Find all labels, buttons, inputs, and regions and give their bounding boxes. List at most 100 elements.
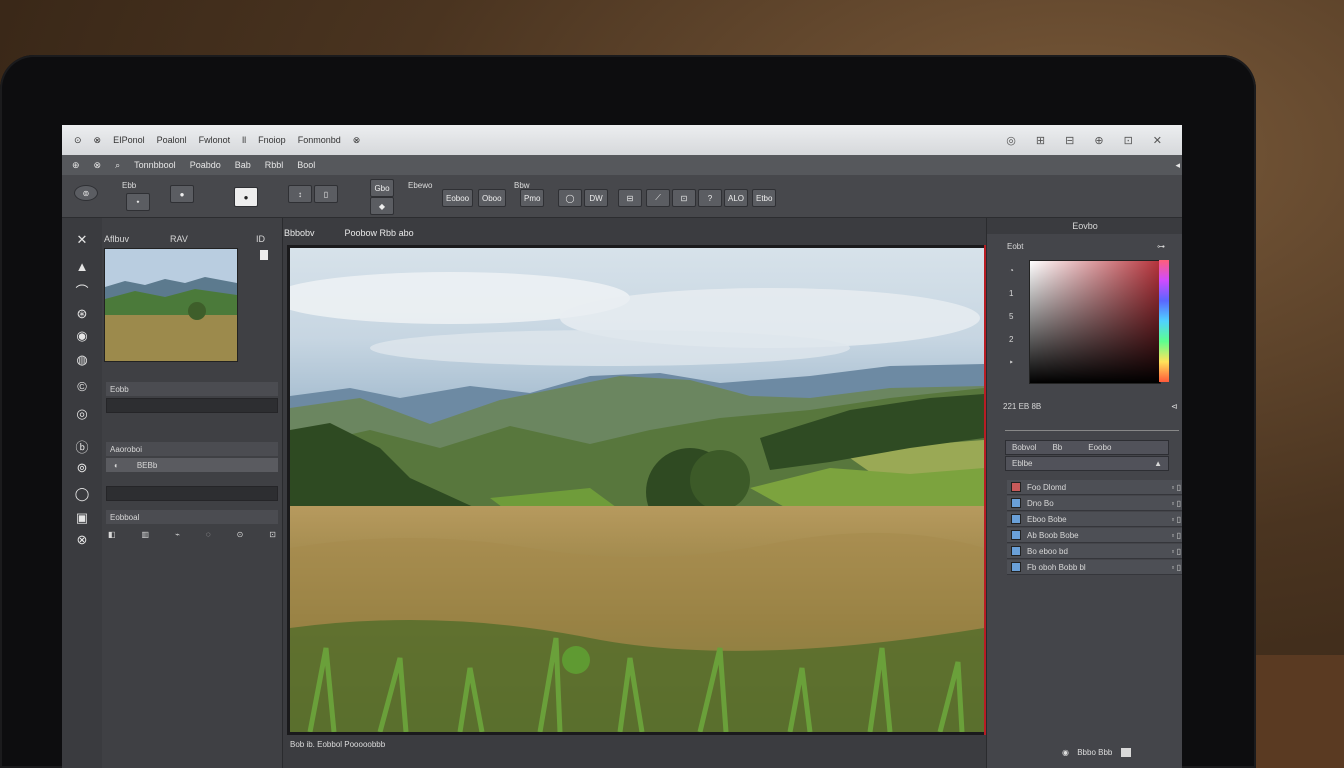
layer-row[interactable]: Eboo Bobe ▫ ▯ — [1007, 512, 1182, 527]
arch-tool-icon[interactable]: ⌒ — [70, 280, 94, 300]
menu-item[interactable]: Poabdo — [190, 160, 221, 170]
wave-icon[interactable]: ⌁ — [175, 530, 180, 539]
dot-tool-icon[interactable]: ◍ — [70, 350, 94, 370]
menu-item[interactable]: Bab — [235, 160, 251, 170]
option-button[interactable]: Etbo — [752, 189, 777, 207]
layer-row[interactable]: Bo eboo bd ▫ ▯ — [1007, 544, 1182, 559]
panel-header-left[interactable]: Aflbuv — [104, 234, 129, 244]
minimize-icon[interactable]: ⊟ — [1065, 134, 1074, 147]
title-item[interactable]: ll — [242, 135, 246, 145]
menu-icon[interactable]: ⊕ — [72, 160, 80, 171]
maximize-icon[interactable]: ⊡ — [1124, 134, 1133, 147]
mountain-tool-icon[interactable]: ▲ — [70, 256, 94, 276]
scroll-indicator[interactable] — [260, 250, 268, 260]
lock-icon[interactable]: ⊟ — [618, 189, 642, 207]
panel-field[interactable] — [106, 398, 278, 413]
panel-header-mid[interactable]: RAV — [170, 234, 188, 244]
option-toggle[interactable]: ↕ — [288, 185, 312, 203]
swatch-icon[interactable]: ● — [234, 187, 258, 207]
doc-tab[interactable]: Bbbobv — [284, 228, 315, 238]
title-item[interactable]: ⊗ — [94, 135, 102, 146]
circle-icon[interactable]: ◎ — [1006, 134, 1016, 147]
target-icon[interactable]: ⊙ — [237, 530, 244, 539]
square-tool-icon[interactable]: ▣ — [70, 508, 94, 528]
frame-icon[interactable]: ⊡ — [672, 189, 696, 207]
circle-icon[interactable]: ◯ — [558, 189, 582, 207]
value-field[interactable]: ◐ BEBb — [106, 458, 278, 472]
diamond-icon[interactable]: ◆ — [370, 197, 394, 215]
ring-tool-icon[interactable]: ◯ — [70, 484, 94, 504]
title-item[interactable]: EIPonol — [113, 135, 145, 145]
title-item[interactable]: Fwlonot — [199, 135, 231, 145]
option-button[interactable]: Pmo — [520, 189, 545, 207]
title-item[interactable]: ⊙ — [74, 135, 82, 146]
tray-icon[interactable]: ◉ — [1062, 748, 1069, 757]
menu-icon[interactable]: ⊗ — [94, 160, 102, 171]
title-item[interactable]: Poalonl — [157, 135, 187, 145]
gear-tool-icon[interactable]: ⊛ — [70, 304, 94, 324]
layer-row[interactable]: Dno Bo ▫ ▯ — [1007, 496, 1182, 511]
menu-item[interactable]: Rbbl — [265, 160, 284, 170]
color-picker-field[interactable] — [1029, 260, 1161, 384]
tray-button[interactable] — [1120, 748, 1131, 758]
layer-row[interactable]: Foo Dlomd ▫ ▯ — [1007, 480, 1182, 495]
title-item[interactable]: Fonmonbd — [298, 135, 341, 145]
column-icon[interactable]: ▥ — [142, 530, 150, 539]
hue-slider[interactable] — [1159, 260, 1169, 382]
cursor-icon[interactable]: ? — [698, 189, 722, 207]
visibility-icon[interactable]: ▫ ▯ — [1172, 515, 1181, 524]
title-item[interactable]: Fnoiop — [258, 135, 286, 145]
tool-preset-icon[interactable]: ⊚ — [74, 185, 98, 201]
bomb-tool-icon[interactable]: ⊗ — [70, 530, 94, 550]
pen-icon[interactable]: ⟋ — [646, 189, 670, 207]
channel-icon[interactable]: ‣ — [1009, 358, 1014, 367]
target-tool-icon[interactable]: ◎ — [70, 404, 94, 424]
visibility-icon[interactable]: ▫ ▯ — [1172, 547, 1181, 556]
dot-icon[interactable]: ◌ — [206, 530, 211, 539]
channel-icon[interactable]: 1 — [1009, 289, 1014, 298]
navigator-thumbnail[interactable] — [104, 248, 238, 362]
square-icon[interactable]: ⊡ — [269, 530, 276, 539]
copyright-tool-icon[interactable]: © — [70, 376, 94, 396]
collapse-icon[interactable]: ◂ — [1175, 160, 1180, 171]
panel-field[interactable] — [106, 486, 278, 501]
option-button[interactable]: ALO — [724, 189, 749, 207]
link-icon[interactable]: ⊶ — [1157, 242, 1165, 251]
canvas-area[interactable] — [287, 245, 987, 735]
layer-row[interactable]: Fb oboh Bobb bl ▫ ▯ — [1007, 560, 1182, 575]
brush-shape-icon[interactable]: ⬩ — [126, 193, 150, 211]
grid-icon[interactable]: ⊞ — [1036, 134, 1045, 147]
panel-title[interactable]: Eovbo — [987, 218, 1182, 234]
section-header[interactable]: Eobboal — [106, 510, 278, 524]
visibility-icon[interactable]: ▫ ▯ — [1172, 563, 1181, 572]
title-item[interactable]: ⊗ — [353, 135, 361, 146]
section-header[interactable]: Aaoroboi — [106, 442, 278, 456]
section-header[interactable]: Eobb — [106, 382, 278, 396]
search-icon[interactable]: ⌕ — [115, 160, 120, 171]
panel-header-right[interactable]: ID — [256, 234, 265, 244]
arrow-icon[interactable]: ⊲ — [1171, 402, 1178, 411]
close-icon[interactable]: ✕ — [1153, 134, 1162, 147]
visibility-icon[interactable]: ▫ ▯ — [1172, 531, 1181, 540]
brush-icon[interactable]: ● — [170, 185, 194, 203]
b-tool-icon[interactable]: ⓑ — [70, 436, 94, 456]
channel-icon[interactable]: 5 — [1009, 312, 1014, 321]
circle-tool-icon[interactable]: ◉ — [70, 326, 94, 346]
visibility-icon[interactable]: ▫ ▯ — [1172, 499, 1181, 508]
menu-item[interactable]: Tonnbbool — [134, 160, 176, 170]
doc-tab[interactable]: Poobow Rbb abo — [345, 228, 414, 238]
option-button[interactable]: Oboo — [478, 189, 506, 207]
panel-subtitle[interactable]: Eobt — [1007, 242, 1023, 251]
layer-icon[interactable]: ◧ — [108, 530, 116, 539]
layer-row[interactable]: Ab Boob Bobe ▫ ▯ — [1007, 528, 1182, 543]
channel-icon[interactable]: ◔ — [1009, 266, 1014, 275]
add-icon[interactable]: ⊕ — [1094, 134, 1103, 147]
layer-options-row[interactable]: Bobvol Bb Eoobo — [1005, 440, 1169, 455]
layer-mode-row[interactable]: Eblbe ▲ — [1005, 456, 1169, 471]
option-button[interactable]: Eoboo — [442, 189, 474, 207]
swirl-tool-icon[interactable]: ⊚ — [70, 458, 94, 478]
channel-icon[interactable]: 2 — [1009, 335, 1014, 344]
option-toggle[interactable]: ▯ — [314, 185, 338, 203]
menu-item[interactable]: Bool — [297, 160, 315, 170]
option-button[interactable]: DW — [584, 189, 608, 207]
